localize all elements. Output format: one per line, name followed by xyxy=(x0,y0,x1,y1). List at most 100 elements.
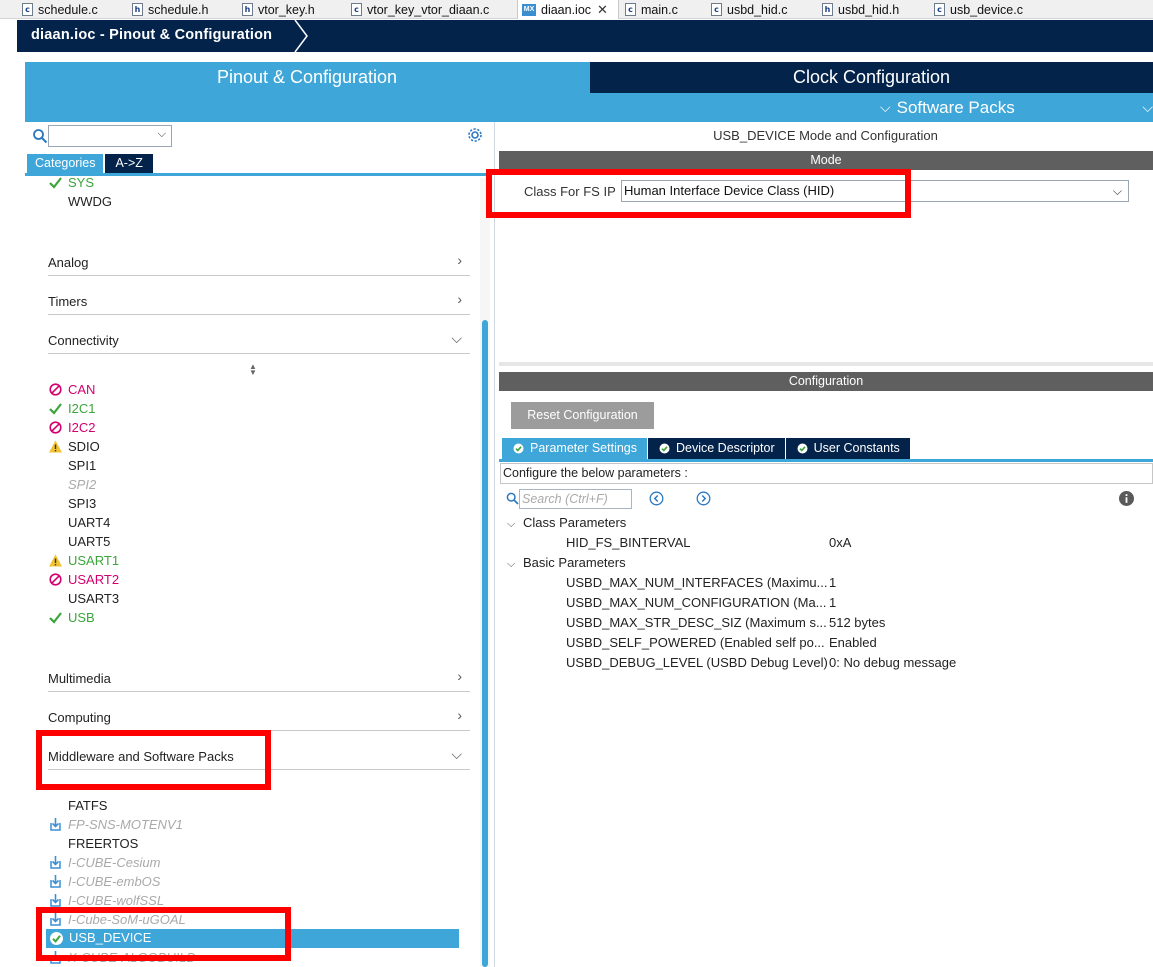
divider xyxy=(25,173,486,176)
category-item-i2c2[interactable]: I2C2 xyxy=(49,418,96,437)
parameter-value[interactable]: 1 xyxy=(829,574,836,592)
previous-match-icon[interactable] xyxy=(649,491,664,506)
c-file-icon: c xyxy=(22,3,33,16)
chevron-down-icon[interactable]: ⌵ xyxy=(1142,94,1153,121)
editor-tab-schedule-c[interactable]: c schedule.c xyxy=(22,0,98,19)
category-item-i2c1[interactable]: I2C1 xyxy=(49,399,95,418)
editor-tab-label: vtor_key.h xyxy=(258,2,315,17)
category-item-usb[interactable]: USB xyxy=(49,608,95,627)
category-item-label: I2C2 xyxy=(68,420,96,435)
sort-icon[interactable]: ▲ ▼ xyxy=(249,363,257,377)
chevron-down-icon: ⌵ xyxy=(880,99,891,115)
category-item-label: FREERTOS xyxy=(68,836,139,851)
category-item-usart3[interactable]: USART3 xyxy=(68,589,119,608)
tab-a-to-z[interactable]: A->Z xyxy=(105,154,153,173)
parameter-value[interactable]: 512 bytes xyxy=(829,614,885,632)
tab-device-descriptor[interactable]: Device Descriptor xyxy=(648,438,785,459)
parameter-group-basic[interactable]: ⌵ Basic Parameters xyxy=(507,554,626,572)
class-for-fs-ip-select[interactable]: Human Interface Device Class (HID) ⌵ xyxy=(621,180,1129,202)
parameter-value[interactable]: 1 xyxy=(829,594,836,612)
parameter-value[interactable]: Enabled xyxy=(829,634,877,652)
tab-user-constants[interactable]: User Constants xyxy=(785,438,910,459)
category-header-label: Computing xyxy=(48,710,111,725)
category-item-usart1[interactable]: USART1 xyxy=(49,551,119,570)
panel-title: USB_DEVICE Mode and Configuration xyxy=(713,128,938,143)
category-item-x-cube-algobuild[interactable]: X-CUBE-ALGOBUILD xyxy=(50,948,196,967)
category-item-fatfs[interactable]: FATFS xyxy=(68,796,107,815)
check-icon xyxy=(49,177,62,189)
reset-configuration-button[interactable]: Reset Configuration xyxy=(511,402,654,429)
category-item-label: I-CUBE-wolfSSL xyxy=(68,893,165,908)
breadcrumb-title[interactable]: diaan.ioc - Pinout & Configuration xyxy=(31,27,272,43)
c-file-icon: c xyxy=(351,3,362,16)
editor-tab-diaan-ioc[interactable]: MX diaan.ioc ✕ xyxy=(517,0,619,19)
category-view-tabs: Categories A->Z xyxy=(27,154,153,173)
parameter-name: USBD_MAX_NUM_INTERFACES (Maximu... xyxy=(566,575,828,590)
category-item-label: SPI3 xyxy=(68,496,97,511)
next-match-icon[interactable] xyxy=(696,491,711,506)
scrollbar-thumb[interactable] xyxy=(482,320,488,967)
category-item-label: SPI1 xyxy=(68,458,97,473)
category-item-sys[interactable]: SYS xyxy=(49,173,94,192)
tab-clock-configuration[interactable]: Clock Configuration xyxy=(590,62,1153,93)
category-item-label: USART3 xyxy=(68,591,120,606)
tab-parameter-settings[interactable]: Parameter Settings xyxy=(502,438,647,459)
editor-tab-usbd-hid-c[interactable]: c usbd_hid.c xyxy=(711,0,787,19)
check-circle-icon xyxy=(513,443,524,454)
category-header-label: Multimedia xyxy=(48,671,111,686)
category-item-uart5[interactable]: UART5 xyxy=(68,532,110,551)
info-icon[interactable] xyxy=(1118,490,1135,507)
editor-tab-vtor-key-h[interactable]: h vtor_key.h xyxy=(242,0,315,19)
editor-tab-label: usb_device.c xyxy=(950,2,1023,17)
editor-tab-schedule-h[interactable]: h schedule.h xyxy=(132,0,208,19)
breadcrumb: diaan.ioc - Pinout & Configuration xyxy=(17,20,1153,52)
category-item-uart4[interactable]: UART4 xyxy=(68,513,110,532)
close-icon[interactable]: ✕ xyxy=(597,2,608,18)
parameter-search-input[interactable]: Search (Ctrl+F) xyxy=(519,489,632,509)
category-item-can[interactable]: CAN xyxy=(49,380,95,399)
category-item-i-cube-cesium[interactable]: I-CUBE-Cesium xyxy=(50,853,160,872)
chevron-down-icon: ⌵ xyxy=(507,518,516,530)
category-item-label: X-CUBE-ALGOBUILD xyxy=(68,950,196,965)
category-middleware[interactable]: Middleware and Software Packs ⌵ xyxy=(48,744,470,770)
category-item-spi2[interactable]: SPI2 xyxy=(68,475,96,494)
editor-tab-bar: c schedule.c h schedule.h h vtor_key.h c… xyxy=(0,0,1153,19)
category-computing[interactable]: Computing › xyxy=(48,705,470,731)
parameter-value[interactable]: 0xA xyxy=(829,534,851,552)
category-item-sdio[interactable]: SDIO xyxy=(49,437,100,456)
parameter-group-class[interactable]: ⌵ Class Parameters xyxy=(507,514,626,532)
download-pack-icon xyxy=(50,856,61,869)
parameter-value[interactable]: 0: No debug message xyxy=(829,654,956,672)
category-item-i-cube-som-ugoal[interactable]: I-Cube-SoM-uGOAL xyxy=(50,910,186,929)
warning-icon xyxy=(49,554,62,567)
category-search-combo[interactable]: ⌵ xyxy=(48,125,172,147)
editor-tab-usbd-hid-h[interactable]: h usbd_hid.h xyxy=(822,0,899,19)
category-item-i-cube-embos[interactable]: I-CUBE-embOS xyxy=(50,872,160,891)
software-packs-menu[interactable]: ⌵ Software Packs xyxy=(880,94,1015,121)
download-pack-icon xyxy=(50,875,61,888)
category-item-label: USB_DEVICE xyxy=(69,930,152,945)
category-analog[interactable]: Analog › xyxy=(48,250,470,276)
gear-icon[interactable] xyxy=(466,126,484,144)
tab-label: Parameter Settings xyxy=(530,441,637,455)
category-item-freertos[interactable]: FREERTOS xyxy=(68,834,138,853)
editor-tab-main-c[interactable]: c main.c xyxy=(625,0,678,19)
category-item-i-cube-wolfssl[interactable]: I-CUBE-wolfSSL xyxy=(50,891,165,910)
tab-categories[interactable]: Categories xyxy=(27,154,104,173)
category-connectivity[interactable]: Connectivity ⌵ xyxy=(48,328,470,354)
category-item-spi1[interactable]: SPI1 xyxy=(68,456,96,475)
category-item-usb-device[interactable]: USB_DEVICE xyxy=(46,929,459,948)
category-timers[interactable]: Timers › xyxy=(48,289,470,315)
category-item-fp-sns-motenv1[interactable]: FP-SNS-MOTENV1 xyxy=(50,815,183,834)
tab-pinout-configuration[interactable]: Pinout & Configuration xyxy=(25,62,589,93)
category-item-usart2[interactable]: USART2 xyxy=(49,570,119,589)
editor-tab-label: usbd_hid.c xyxy=(727,2,788,17)
editor-tab-label: usbd_hid.h xyxy=(838,2,900,17)
category-item-wwdg[interactable]: WWDG xyxy=(68,192,112,211)
category-item-spi3[interactable]: SPI3 xyxy=(68,494,96,513)
category-multimedia[interactable]: Multimedia › xyxy=(48,666,470,692)
editor-tab-usb-device-c[interactable]: c usb_device.c xyxy=(934,0,1023,19)
editor-tab-label: diaan.ioc xyxy=(541,2,592,17)
editor-tab-vtor-key-vtor-diaan-c[interactable]: c vtor_key_vtor_diaan.c xyxy=(351,0,489,19)
breadcrumb-arrow-icon xyxy=(294,20,308,52)
